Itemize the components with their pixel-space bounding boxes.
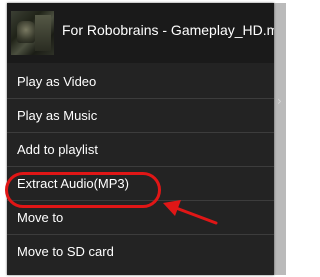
menu-item-move-to-sd-card[interactable]: Move to SD card xyxy=(7,235,274,269)
thumbnail-figure xyxy=(17,21,35,43)
menu-item-play-as-music[interactable]: Play as Music xyxy=(7,99,274,133)
screenshot-frame: › For Robobrains - Gameplay_HD.mp4 Play … xyxy=(0,0,286,277)
context-menu-list: Play as Video Play as Music Add to playl… xyxy=(7,65,274,269)
background-app-edge xyxy=(274,3,286,275)
context-menu-dialog: For Robobrains - Gameplay_HD.mp4 Play as… xyxy=(7,3,274,275)
dialog-title: For Robobrains - Gameplay_HD.mp4 xyxy=(62,22,274,38)
background-next-arrow-icon: › xyxy=(277,94,282,108)
video-thumbnail-icon xyxy=(11,11,54,55)
menu-item-extract-audio[interactable]: Extract Audio(MP3) xyxy=(7,167,274,201)
menu-item-move-to[interactable]: Move to xyxy=(7,201,274,235)
thumbnail-column xyxy=(35,15,51,51)
menu-item-add-to-playlist[interactable]: Add to playlist xyxy=(7,133,274,167)
menu-item-play-as-video[interactable]: Play as Video xyxy=(7,65,274,99)
dialog-header: For Robobrains - Gameplay_HD.mp4 xyxy=(7,3,274,63)
